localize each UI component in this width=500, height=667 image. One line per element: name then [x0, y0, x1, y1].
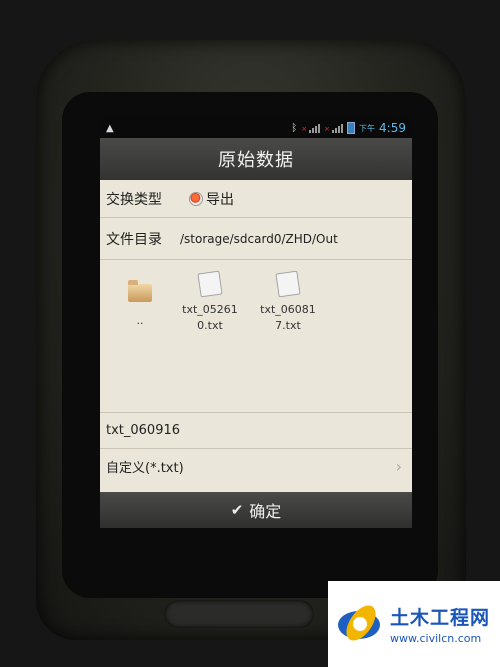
export-radio-label: 导出 [206, 191, 234, 208]
signal-icon: × [301, 123, 321, 133]
file-item-txt-060817[interactable]: txt_06081 7.txt [258, 270, 318, 334]
status-ampm: 下午 [359, 123, 376, 133]
home-button[interactable] [164, 600, 314, 628]
watermark-url: www.civilcn.com [390, 632, 482, 645]
status-time: 4:59 [379, 121, 406, 135]
file-name-line1: txt_06081 [260, 303, 316, 316]
filename-input[interactable]: txt_060916 [100, 413, 412, 449]
export-radio[interactable]: 导出 [190, 189, 234, 209]
text-file-icon [197, 270, 223, 298]
file-name-line2: 7.txt [275, 319, 301, 332]
file-name-line2: 0.txt [197, 319, 223, 332]
watermark: 土木工程网 www.civilcn.com [328, 581, 500, 667]
bluetooth-icon: ᛒ [291, 122, 298, 134]
radio-selected-icon [190, 192, 202, 205]
file-type-filter[interactable]: 自定义(*.txt) › [100, 449, 412, 483]
folder-icon [128, 280, 152, 302]
file-item-txt-052610[interactable]: txt_05261 0.txt [180, 270, 240, 334]
watermark-name: 土木工程网 [390, 607, 491, 629]
text-file-icon [275, 270, 301, 298]
check-icon: ✔ [230, 501, 244, 519]
status-bar: ▲ ᛒ × × 下午 4:59 [100, 118, 412, 138]
file-grid: .. txt_05261 0.txt txt_06081 7.txt [100, 260, 412, 413]
confirm-button[interactable]: ✔ 确定 [100, 492, 412, 528]
confirm-label: 确定 [249, 502, 282, 521]
page-title: 原始数据 [100, 138, 412, 180]
watermark-logo-icon [338, 600, 384, 647]
directory-label: 文件目录 [106, 231, 162, 248]
file-item-parent[interactable]: .. [110, 272, 170, 327]
battery-icon [347, 122, 356, 134]
file-type-label: 自定义(*.txt) [106, 460, 184, 476]
file-name-line1: txt_05261 [182, 303, 238, 316]
warning-icon: ▲ [106, 122, 114, 134]
signal-icon-2: × [324, 123, 344, 133]
file-name: .. [136, 314, 144, 327]
directory-path: /storage/sdcard0/ZHD/Out [180, 231, 338, 246]
chevron-right-icon: › [395, 456, 402, 476]
exchange-type-label: 交换类型 [106, 191, 162, 208]
app-screen: ▲ ᛒ × × 下午 4:59 原始数据 交换类型 导出 文件目录 /stora… [100, 118, 412, 528]
directory-row: 文件目录 /storage/sdcard0/ZHD/Out [100, 218, 412, 260]
exchange-type-row: 交换类型 导出 [100, 180, 412, 218]
